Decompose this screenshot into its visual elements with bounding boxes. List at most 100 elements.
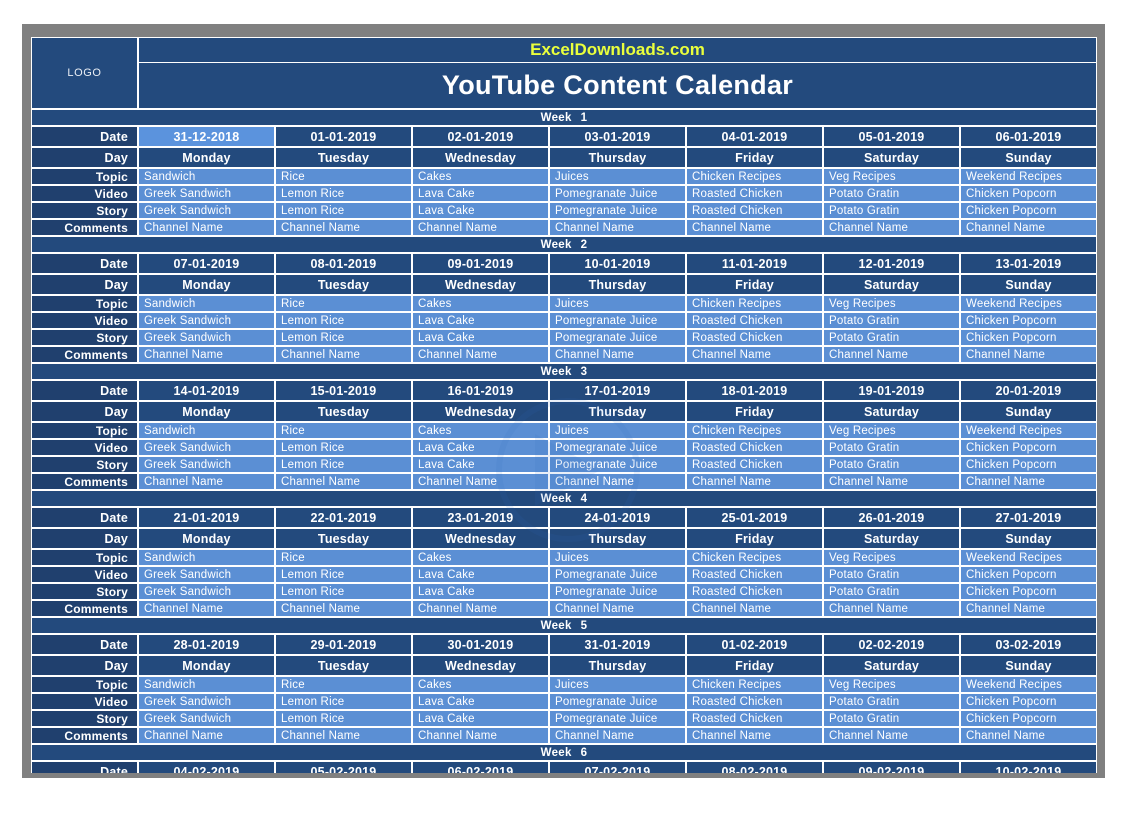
table-cell[interactable]: 30-01-2019 bbox=[412, 634, 549, 655]
table-cell[interactable]: Channel Name bbox=[412, 346, 549, 363]
table-cell[interactable]: Roasted Chicken bbox=[686, 202, 823, 219]
table-cell[interactable]: Weekend Recipes bbox=[960, 549, 1097, 566]
table-cell[interactable]: Weekend Recipes bbox=[960, 422, 1097, 439]
table-cell[interactable]: Pomegranate Juice bbox=[549, 693, 686, 710]
table-cell[interactable]: Monday bbox=[138, 274, 275, 295]
table-cell[interactable]: Chicken Popcorn bbox=[960, 185, 1097, 202]
table-cell[interactable]: Channel Name bbox=[549, 600, 686, 617]
table-cell[interactable]: 06-02-2019 bbox=[412, 761, 549, 773]
table-cell[interactable]: Pomegranate Juice bbox=[549, 312, 686, 329]
table-cell[interactable]: Sunday bbox=[960, 528, 1097, 549]
table-cell[interactable]: 07-02-2019 bbox=[549, 761, 686, 773]
table-cell[interactable]: 05-01-2019 bbox=[823, 126, 960, 147]
table-cell[interactable]: Lemon Rice bbox=[275, 202, 412, 219]
table-cell[interactable]: Greek Sandwich bbox=[138, 312, 275, 329]
table-cell[interactable]: Channel Name bbox=[823, 346, 960, 363]
table-cell[interactable]: Lemon Rice bbox=[275, 439, 412, 456]
table-cell[interactable]: 25-01-2019 bbox=[686, 507, 823, 528]
table-cell[interactable]: Channel Name bbox=[138, 219, 275, 236]
table-cell[interactable]: Channel Name bbox=[960, 219, 1097, 236]
table-cell[interactable]: 27-01-2019 bbox=[960, 507, 1097, 528]
table-cell[interactable]: Tuesday bbox=[275, 528, 412, 549]
table-cell[interactable]: Juices bbox=[549, 295, 686, 312]
table-cell[interactable]: Potato Gratin bbox=[823, 329, 960, 346]
table-cell[interactable]: Cakes bbox=[412, 549, 549, 566]
table-cell[interactable]: Rice bbox=[275, 422, 412, 439]
table-cell[interactable]: Thursday bbox=[549, 147, 686, 168]
table-cell[interactable]: Channel Name bbox=[960, 346, 1097, 363]
table-cell[interactable]: Lava Cake bbox=[412, 456, 549, 473]
table-cell[interactable]: Channel Name bbox=[686, 727, 823, 744]
table-cell[interactable]: 12-01-2019 bbox=[823, 253, 960, 274]
table-cell[interactable]: Juices bbox=[549, 168, 686, 185]
table-cell[interactable]: Chicken Recipes bbox=[686, 549, 823, 566]
table-cell[interactable]: Greek Sandwich bbox=[138, 329, 275, 346]
table-cell[interactable]: Channel Name bbox=[412, 600, 549, 617]
table-cell[interactable]: Roasted Chicken bbox=[686, 439, 823, 456]
table-cell[interactable]: Chicken Popcorn bbox=[960, 329, 1097, 346]
table-cell[interactable]: Thursday bbox=[549, 528, 686, 549]
table-cell[interactable]: Potato Gratin bbox=[823, 439, 960, 456]
table-cell[interactable]: Chicken Popcorn bbox=[960, 202, 1097, 219]
table-cell[interactable]: Friday bbox=[686, 147, 823, 168]
table-cell[interactable]: Lava Cake bbox=[412, 583, 549, 600]
table-cell[interactable]: Juices bbox=[549, 422, 686, 439]
table-cell[interactable]: Saturday bbox=[823, 401, 960, 422]
table-cell[interactable]: 23-01-2019 bbox=[412, 507, 549, 528]
table-cell[interactable]: Cakes bbox=[412, 422, 549, 439]
table-cell[interactable]: Channel Name bbox=[275, 727, 412, 744]
table-cell[interactable]: 16-01-2019 bbox=[412, 380, 549, 401]
table-cell[interactable]: 31-12-2018 bbox=[138, 126, 275, 147]
table-cell[interactable]: Saturday bbox=[823, 274, 960, 295]
table-cell[interactable]: 01-01-2019 bbox=[275, 126, 412, 147]
table-cell[interactable]: Potato Gratin bbox=[823, 456, 960, 473]
table-cell[interactable]: Wednesday bbox=[412, 274, 549, 295]
table-cell[interactable]: Lava Cake bbox=[412, 439, 549, 456]
table-cell[interactable]: Roasted Chicken bbox=[686, 329, 823, 346]
table-cell[interactable]: Channel Name bbox=[275, 346, 412, 363]
table-cell[interactable]: 09-01-2019 bbox=[412, 253, 549, 274]
table-cell[interactable]: Weekend Recipes bbox=[960, 676, 1097, 693]
table-cell[interactable]: Saturday bbox=[823, 147, 960, 168]
table-cell[interactable]: Potato Gratin bbox=[823, 693, 960, 710]
table-cell[interactable]: Greek Sandwich bbox=[138, 583, 275, 600]
table-cell[interactable]: Monday bbox=[138, 528, 275, 549]
table-cell[interactable]: Veg Recipes bbox=[823, 549, 960, 566]
table-cell[interactable]: Friday bbox=[686, 274, 823, 295]
table-cell[interactable]: Chicken Popcorn bbox=[960, 710, 1097, 727]
table-cell[interactable]: 28-01-2019 bbox=[138, 634, 275, 655]
table-cell[interactable]: Veg Recipes bbox=[823, 676, 960, 693]
table-cell[interactable]: Rice bbox=[275, 676, 412, 693]
table-cell[interactable]: 21-01-2019 bbox=[138, 507, 275, 528]
table-cell[interactable]: 15-01-2019 bbox=[275, 380, 412, 401]
table-cell[interactable]: Channel Name bbox=[549, 219, 686, 236]
table-cell[interactable]: Cakes bbox=[412, 676, 549, 693]
table-cell[interactable]: Channel Name bbox=[549, 346, 686, 363]
table-cell[interactable]: Rice bbox=[275, 549, 412, 566]
table-cell[interactable]: Channel Name bbox=[275, 219, 412, 236]
table-cell[interactable]: Pomegranate Juice bbox=[549, 329, 686, 346]
table-cell[interactable]: 29-01-2019 bbox=[275, 634, 412, 655]
table-cell[interactable]: Chicken Popcorn bbox=[960, 566, 1097, 583]
table-cell[interactable]: Channel Name bbox=[549, 473, 686, 490]
table-cell[interactable]: 19-01-2019 bbox=[823, 380, 960, 401]
table-cell[interactable]: Channel Name bbox=[412, 473, 549, 490]
table-cell[interactable]: Thursday bbox=[549, 274, 686, 295]
table-cell[interactable]: Friday bbox=[686, 401, 823, 422]
table-cell[interactable]: Lemon Rice bbox=[275, 583, 412, 600]
table-cell[interactable]: Rice bbox=[275, 168, 412, 185]
table-cell[interactable]: Thursday bbox=[549, 655, 686, 676]
table-cell[interactable]: Lava Cake bbox=[412, 312, 549, 329]
table-cell[interactable]: 08-01-2019 bbox=[275, 253, 412, 274]
table-cell[interactable]: Chicken Popcorn bbox=[960, 439, 1097, 456]
table-cell[interactable]: Cakes bbox=[412, 295, 549, 312]
table-cell[interactable]: 18-01-2019 bbox=[686, 380, 823, 401]
table-cell[interactable]: Potato Gratin bbox=[823, 710, 960, 727]
table-cell[interactable]: 04-01-2019 bbox=[686, 126, 823, 147]
table-cell[interactable]: 31-01-2019 bbox=[549, 634, 686, 655]
table-cell[interactable]: Saturday bbox=[823, 528, 960, 549]
table-cell[interactable]: Channel Name bbox=[823, 600, 960, 617]
table-cell[interactable]: Roasted Chicken bbox=[686, 312, 823, 329]
table-cell[interactable]: 01-02-2019 bbox=[686, 634, 823, 655]
table-cell[interactable]: Chicken Popcorn bbox=[960, 456, 1097, 473]
